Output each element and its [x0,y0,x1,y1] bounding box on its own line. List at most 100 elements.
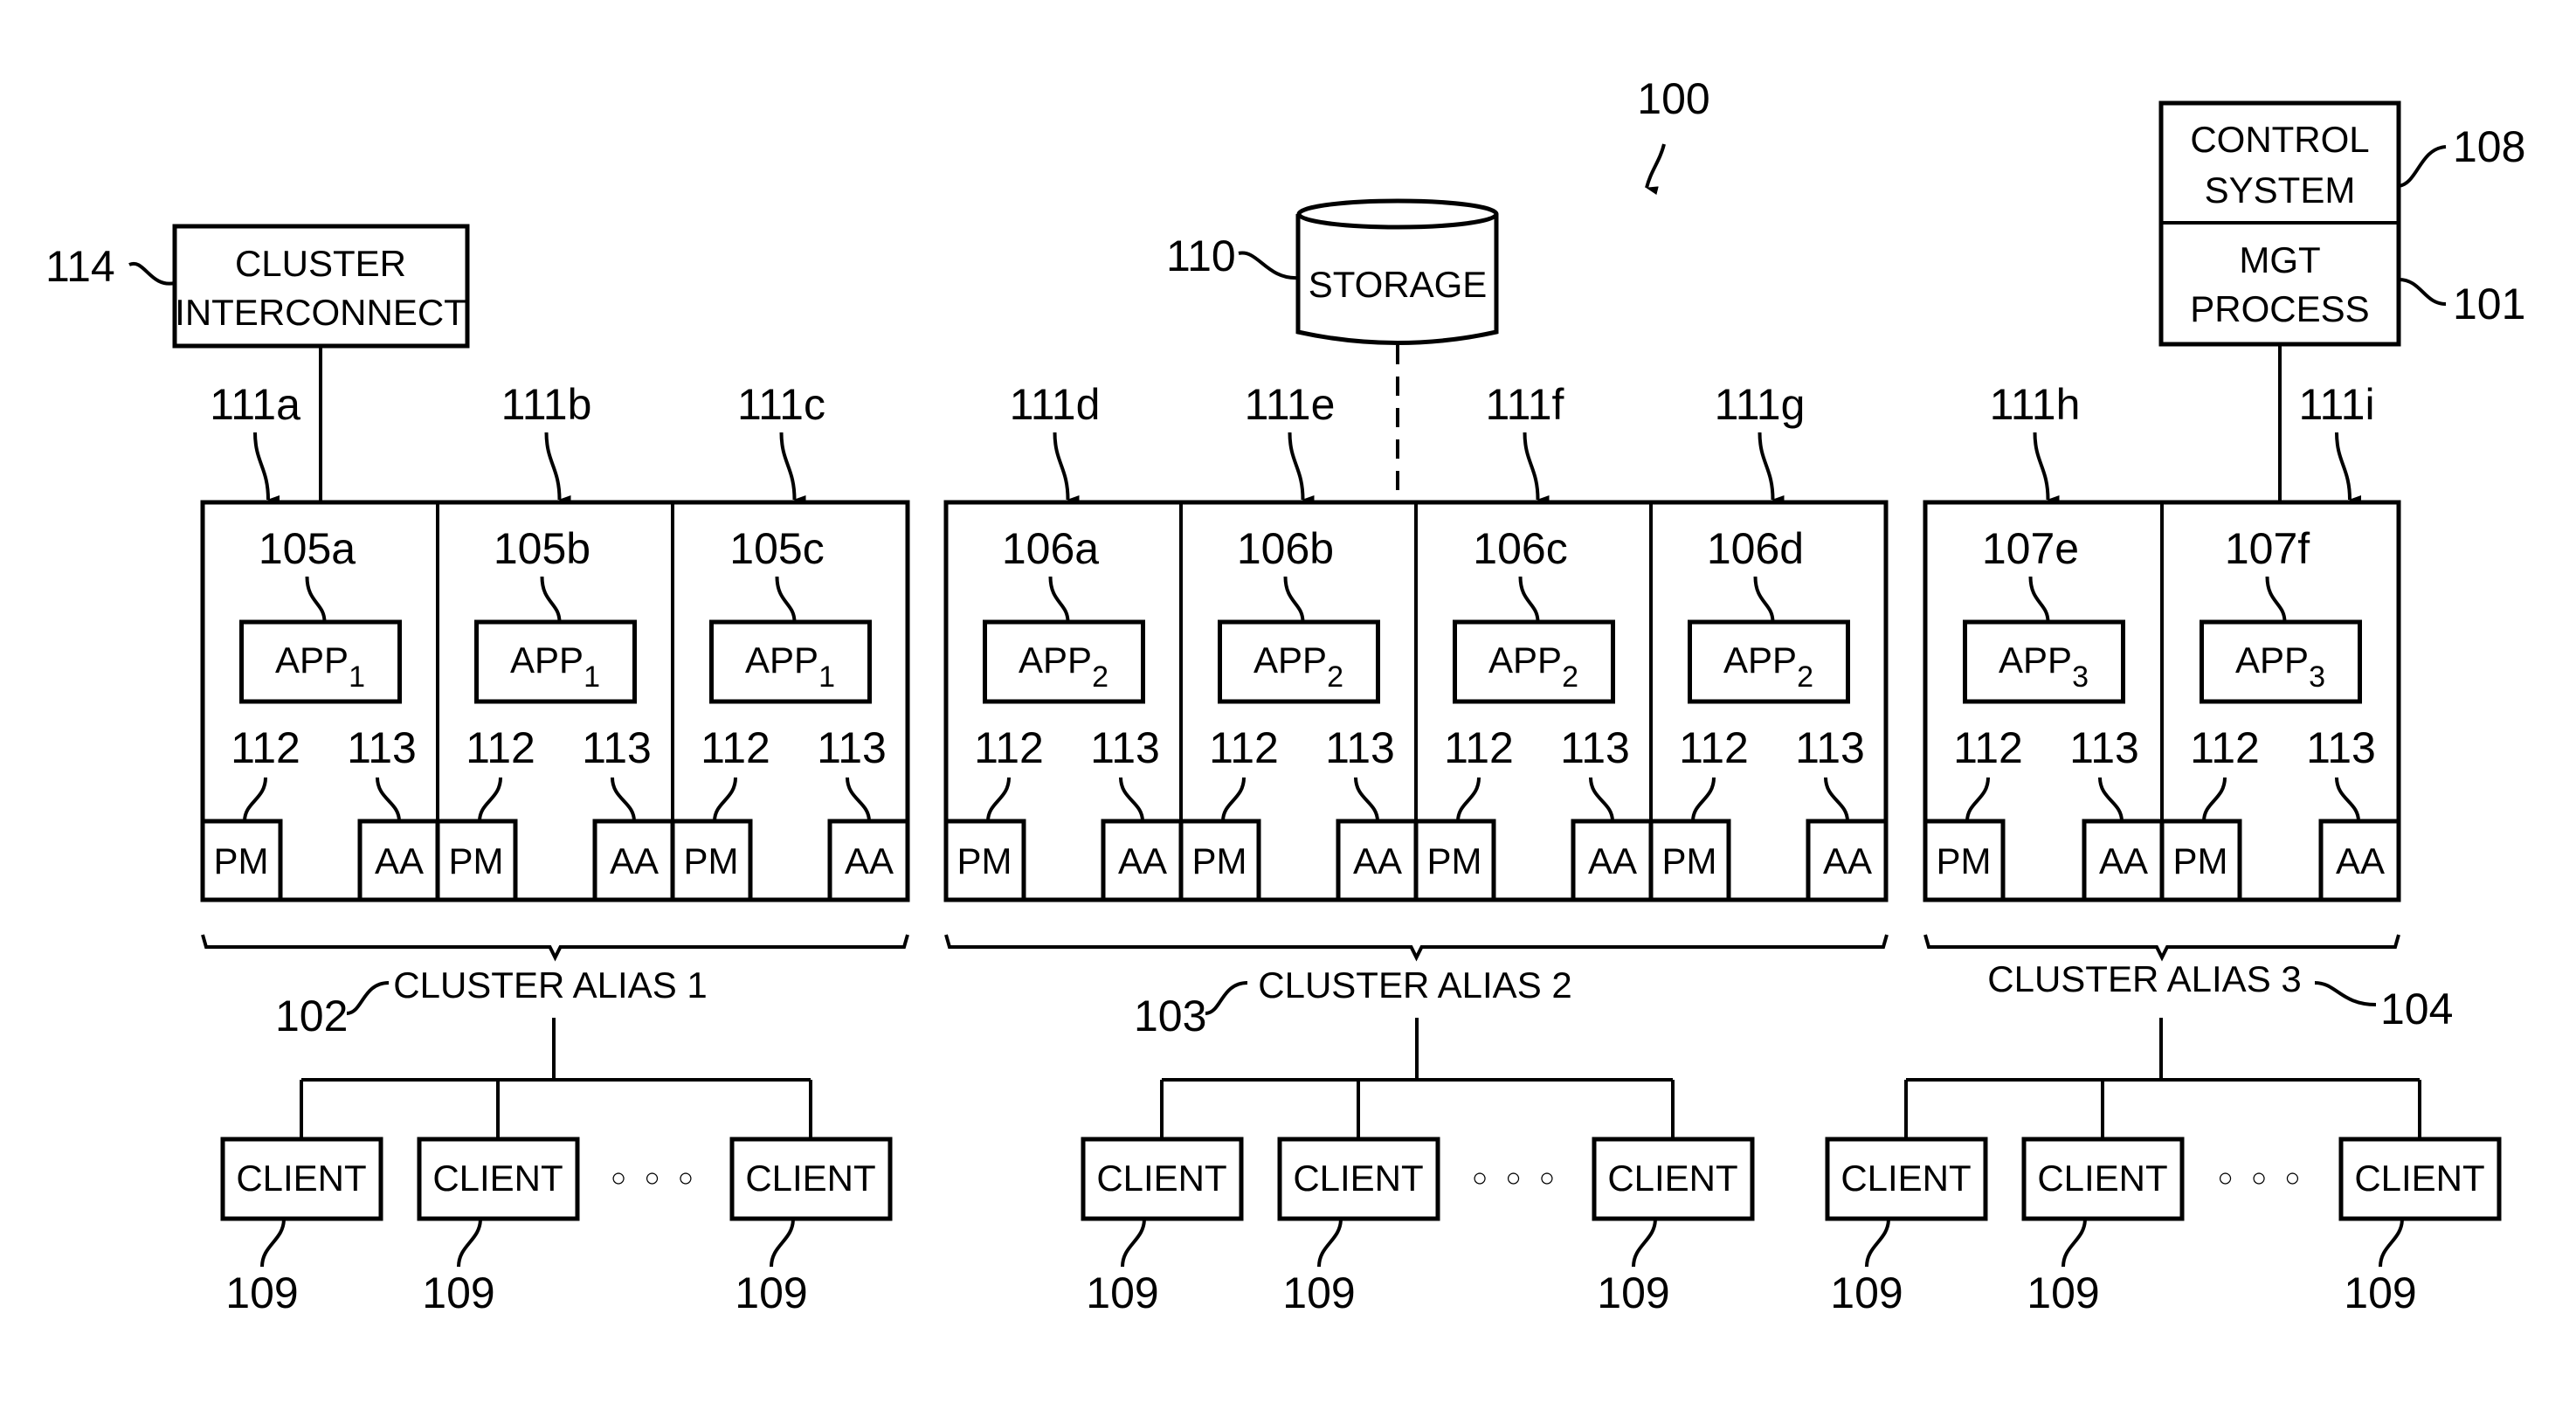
app-subscript: 3 [2072,660,2089,694]
node-ref: 105b [494,524,590,573]
app-subscript: 1 [818,660,835,694]
control-system-ref: 108 [2453,122,2525,171]
node-arrow [1523,432,1550,504]
figure-ref-label: 100 [1637,74,1709,123]
pm-ref: 112 [231,723,300,772]
pm-ref: 112 [466,723,535,772]
node-ref: 107e [1982,524,2079,573]
client-ellipsis: ○ ○ ○ [1472,1164,1560,1192]
aa-ref: 113 [1795,723,1865,772]
cluster-interconnect-line1: CLUSTER [235,243,406,284]
cluster-alias-ref: 102 [275,992,348,1040]
client-ref: 109 [2027,1268,2099,1317]
node-arrow-ref: 111h [1990,380,2081,429]
aa-ref: 113 [582,723,652,772]
control-system: CONTROL SYSTEM MGT PROCESS 108 101 [2158,100,2525,502]
client-ref: 109 [1830,1268,1903,1317]
client-label: CLIENT [1293,1158,1423,1199]
node-ref: 105c [729,524,824,573]
app-subscript: 2 [1797,660,1813,694]
node-ref: 106a [1002,524,1099,573]
pm-ref: 112 [1679,723,1749,772]
client-ref: 109 [1597,1268,1669,1317]
mgt-process-line2: PROCESS [2190,288,2369,329]
client-ref: 109 [225,1268,298,1317]
aa-label: AA [1588,840,1637,881]
client-ellipsis: ○ ○ ○ [2217,1164,2305,1192]
client-node: CLIENT 109 [2338,1080,2502,1317]
mgt-process-leader [2398,278,2447,306]
node-arrow-ref: 111i [2298,380,2374,429]
client-ref: 109 [1086,1268,1158,1317]
app-subscript: 3 [2309,660,2325,694]
pm-label: PM [1427,840,1482,881]
client-node: CLIENT 109 [417,1080,580,1317]
mgt-process-line1: MGT [2239,239,2320,280]
aa-label: AA [845,840,894,881]
cluster-architecture-diagram: 100 CLUSTER INTERCONNECT 114 STORAGE 1 10… [0,0,2576,1410]
client-node: CLIENT 109 [2021,1080,2185,1317]
pm-label: PM [957,840,1012,881]
aa-label: AA [2336,840,2385,881]
cluster-3: 111h107eAPP3112 113PM AA111i107fAPP3112 113… [1825,380,2502,1317]
cluster-1: 111a105aAPP1112 113PM AA111b105bAPP1112 113… [200,380,910,1317]
client-ref-leader [770,1218,795,1268]
storage-leader [1238,251,1299,280]
cluster-interconnect-ref: 114 [45,242,115,291]
pm-ref: 112 [974,723,1044,772]
aa-ref: 113 [2069,723,2139,772]
node-ref: 106c [1473,524,1567,573]
client-label: CLIENT [432,1158,563,1199]
cluster-interconnect-leader [128,261,176,286]
pm-ref: 112 [2190,723,2260,772]
client-ref-leader [2061,1218,2087,1268]
client-ref-leader [457,1218,482,1268]
pm-label: PM [684,840,739,881]
client-ref-leader [1865,1218,1890,1268]
cluster-alias-leader [1205,981,1248,1015]
cluster-alias-leader [2314,981,2377,1006]
cluster-alias-label: CLUSTER ALIAS 1 [393,964,707,1006]
app-subscript: 2 [1327,660,1343,694]
cluster-interconnect: CLUSTER INTERCONNECT 114 [45,224,470,502]
client-ref: 109 [422,1268,494,1317]
node-arrow-ref: 111f [1486,380,1564,429]
control-system-line2: SYSTEM [2205,169,2356,211]
aa-label: AA [1823,840,1872,881]
node-ref: 107f [2225,524,2310,573]
node-arrow-ref: 111g [1715,380,1806,429]
node-ref: 106d [1707,524,1804,573]
cluster-alias-leader [346,981,390,1015]
client-label: CLIENT [1096,1158,1226,1199]
aa-label: AA [375,840,424,881]
client-node: CLIENT 109 [729,1080,893,1317]
aa-ref: 113 [1325,723,1395,772]
pm-label: PM [449,840,504,881]
app-subscript: 2 [1562,660,1578,694]
node-arrow [544,432,571,504]
client-ref-leader [1632,1218,1657,1268]
cluster-interconnect-line2: INTERCONNECT [175,292,466,333]
aa-label: AA [2099,840,2148,881]
pm-label: PM [1192,840,1247,881]
client-node: CLIENT 109 [220,1080,383,1317]
pm-label: PM [1937,840,1992,881]
cluster-brace [1923,934,2400,962]
client-node: CLIENT 109 [1592,1080,1755,1317]
aa-label: AA [1353,840,1402,881]
clusters: 111a105aAPP1112 113PM AA111b105bAPP1112 113… [200,380,2502,1317]
storage-label: STORAGE [1309,264,1488,305]
cluster-alias-ref: 103 [1134,992,1206,1040]
pm-label: PM [1662,840,1717,881]
node-arrow-ref: 111e [1245,380,1336,429]
aa-ref: 113 [2306,723,2376,772]
control-system-leader [2398,145,2447,188]
node-arrow [1758,432,1785,504]
node-arrow [2335,432,2362,504]
storage-cylinder-top [1296,198,1499,230]
cluster-brace [201,934,909,962]
cluster-brace [944,934,1889,962]
cluster-alias-ref: 104 [2380,985,2453,1033]
node-ref: 105a [259,524,356,573]
control-system-line1: CONTROL [2190,119,2369,160]
